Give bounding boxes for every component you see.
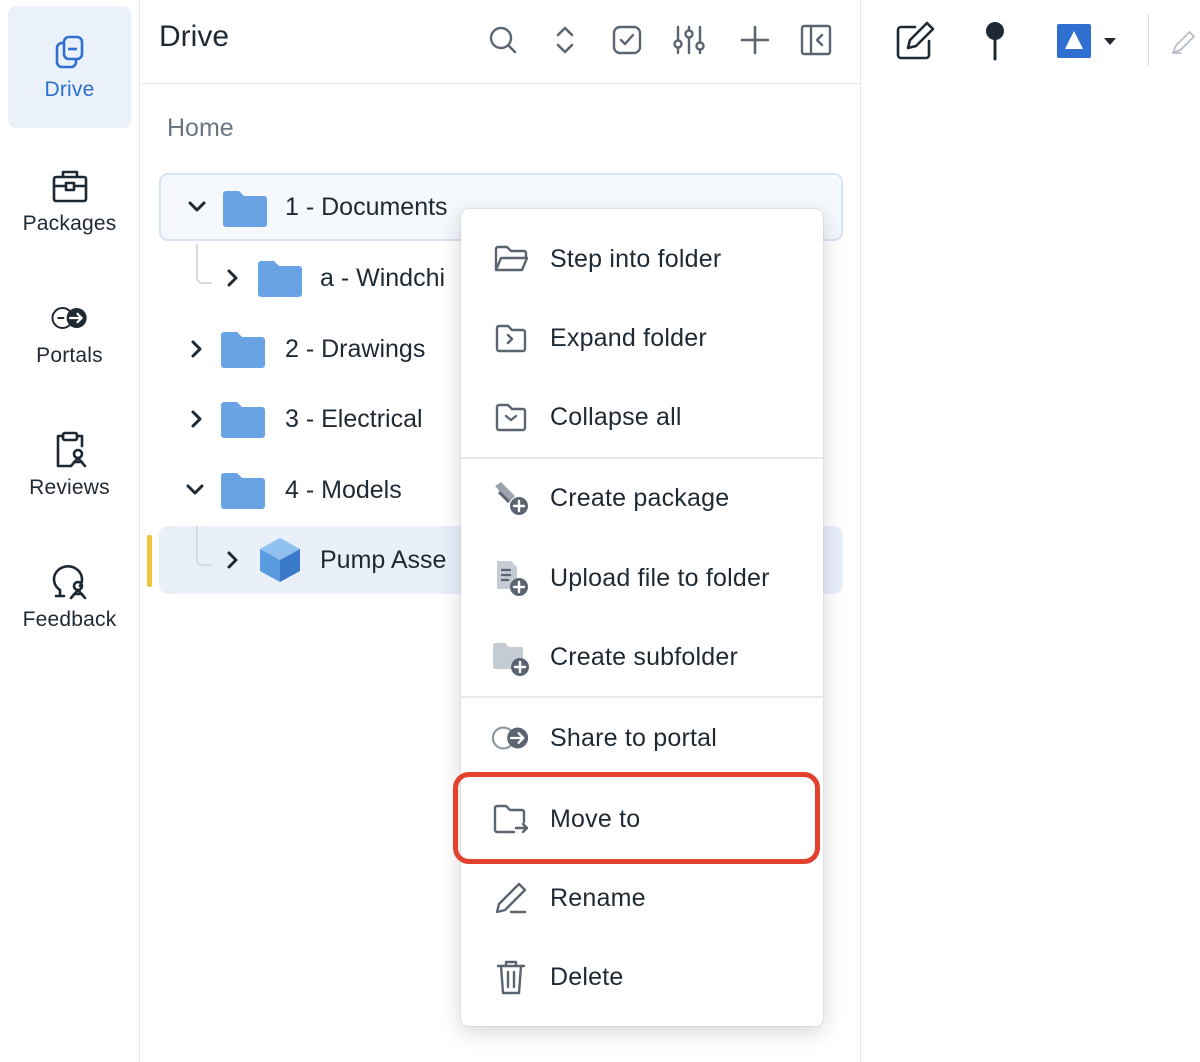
move-to-icon xyxy=(491,799,531,839)
shape-picker-icon xyxy=(1057,24,1116,58)
folder-expand-icon xyxy=(491,318,531,358)
create-package-icon xyxy=(491,478,531,518)
share-portal-icon xyxy=(491,718,531,758)
rail-item-portals[interactable]: Portals xyxy=(8,272,131,394)
checkbox-icon xyxy=(612,25,642,55)
menu-item-share-to-portal[interactable]: Share to portal xyxy=(461,702,823,774)
menu-item-label: Expand folder xyxy=(550,323,707,352)
menu-item-upload-file[interactable]: Upload file to folder xyxy=(461,542,823,614)
rail-item-reviews[interactable]: Reviews xyxy=(8,404,131,526)
search-icon xyxy=(489,26,517,54)
tree-row-label: 1 - Documents xyxy=(285,193,448,221)
rail-item-drive[interactable]: Drive xyxy=(8,6,131,128)
menu-item-label: Step into folder xyxy=(550,244,722,273)
menu-item-label: Share to portal xyxy=(550,723,717,752)
pin-button[interactable] xyxy=(972,18,1018,64)
review-clipboard-icon xyxy=(50,430,90,470)
add-button[interactable] xyxy=(735,20,775,60)
chevron-right-icon[interactable] xyxy=(221,266,245,290)
menu-item-label: Rename xyxy=(550,883,646,912)
edit-note-icon xyxy=(896,21,935,60)
tree-row-label: 2 - Drawings xyxy=(285,335,426,363)
folder-open-icon xyxy=(491,239,531,279)
plus-icon xyxy=(740,25,770,55)
search-button[interactable] xyxy=(483,20,523,60)
chevron-right-icon[interactable] xyxy=(185,407,209,431)
tree-row-label: 3 - Electrical xyxy=(285,405,423,433)
context-menu: Step into folder Expand folder Collapse … xyxy=(461,209,823,1026)
select-mode-button[interactable] xyxy=(607,20,647,60)
feedback-icon xyxy=(50,562,90,602)
menu-item-delete[interactable]: Delete xyxy=(461,941,823,1013)
filter-button[interactable] xyxy=(669,20,709,60)
chevron-right-icon[interactable] xyxy=(185,337,209,361)
page-title: Drive xyxy=(159,20,230,53)
cube-model-icon xyxy=(260,538,300,582)
menu-item-label: Create subfolder xyxy=(550,642,739,671)
pen-icon xyxy=(1172,31,1195,54)
menu-item-create-subfolder[interactable]: Create subfolder xyxy=(461,621,823,693)
chevron-down-icon[interactable] xyxy=(185,195,209,219)
menu-item-label: Create package xyxy=(550,483,730,512)
menu-separator xyxy=(461,696,823,698)
folder-icon xyxy=(221,402,265,438)
rail-label: Feedback xyxy=(22,608,117,631)
drive-header: Drive xyxy=(141,0,861,84)
menu-item-expand-folder[interactable]: Expand folder xyxy=(461,302,823,374)
rail-item-feedback[interactable]: Feedback xyxy=(8,536,131,658)
menu-item-move-to[interactable]: Move to xyxy=(461,783,823,855)
menu-item-step-into-folder[interactable]: Step into folder xyxy=(461,223,823,295)
tree-connector xyxy=(196,526,212,566)
rail-label: Packages xyxy=(22,212,117,235)
selection-marker xyxy=(147,535,152,587)
collapse-panel-icon xyxy=(800,24,832,56)
menu-item-create-package[interactable]: Create package xyxy=(461,462,823,534)
expand-collapse-button[interactable] xyxy=(545,20,585,60)
rail-label: Drive xyxy=(44,78,95,101)
rail-label: Reviews xyxy=(29,476,110,499)
viewer-toolbar xyxy=(862,0,1200,84)
toolbar-divider xyxy=(1148,14,1149,66)
menu-separator xyxy=(461,457,823,459)
folder-icon xyxy=(221,473,265,509)
menu-item-label: Move to xyxy=(550,804,641,833)
chevron-down-icon[interactable] xyxy=(183,478,207,502)
rename-pencil-icon xyxy=(491,878,531,918)
breadcrumb[interactable]: Home xyxy=(167,114,234,143)
briefcase-icon xyxy=(50,166,90,206)
menu-item-collapse-all[interactable]: Collapse all xyxy=(461,381,823,453)
collapse-panel-button[interactable] xyxy=(796,20,836,60)
folder-icon xyxy=(258,261,302,297)
left-rail: Drive Packages Portals Reviews Feedback xyxy=(0,0,140,1062)
create-subfolder-icon xyxy=(491,637,531,677)
folder-icon xyxy=(221,332,265,368)
filter-sliders-icon xyxy=(673,25,705,55)
shape-picker-button[interactable] xyxy=(1052,18,1122,64)
chevron-right-icon[interactable] xyxy=(221,548,245,572)
upload-file-icon xyxy=(491,558,531,598)
menu-item-label: Collapse all xyxy=(550,402,682,431)
tree-row-label: 4 - Models xyxy=(285,476,402,504)
folder-collapse-icon xyxy=(491,397,531,437)
portal-icon xyxy=(50,298,90,338)
menu-item-rename[interactable]: Rename xyxy=(461,862,823,934)
drive-icon xyxy=(50,32,90,72)
trash-icon xyxy=(491,957,531,997)
rail-item-packages[interactable]: Packages xyxy=(8,140,131,262)
tree-row-label: a - Windchi xyxy=(320,264,446,292)
pin-icon xyxy=(986,22,1004,61)
rail-label: Portals xyxy=(36,344,103,367)
menu-item-label: Delete xyxy=(550,962,624,991)
folder-icon xyxy=(223,191,267,227)
menu-item-label: Upload file to folder xyxy=(550,563,770,592)
tree-row-label: Pump Asse xyxy=(320,546,447,574)
markup-button[interactable] xyxy=(892,18,938,64)
expand-collapse-icon xyxy=(556,26,574,54)
pen-button[interactable] xyxy=(1170,18,1200,64)
